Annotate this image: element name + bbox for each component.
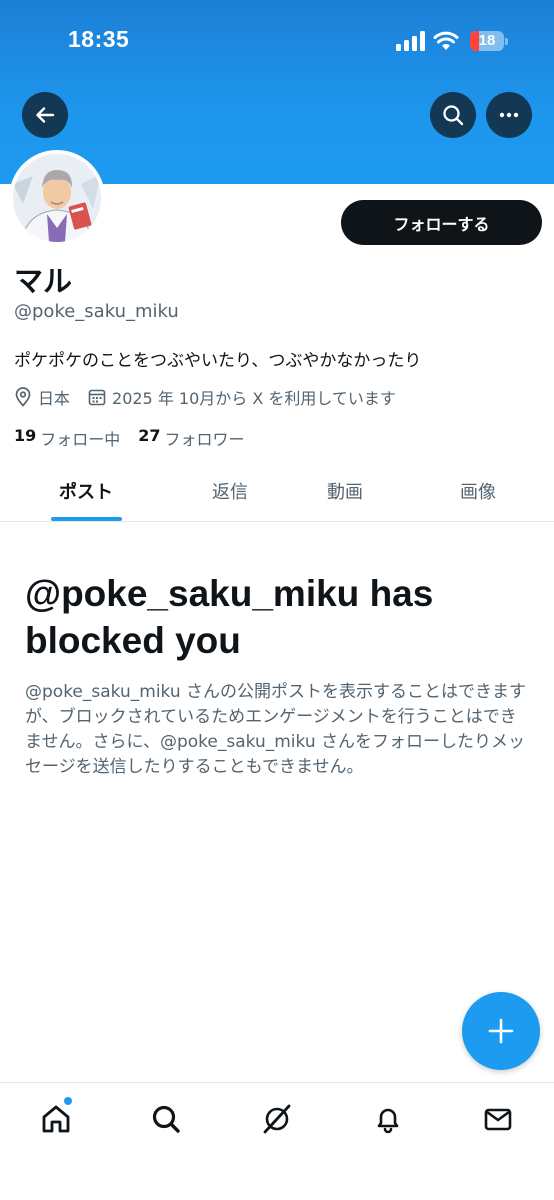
nav-grok[interactable] [255, 1099, 299, 1139]
grok-icon [263, 1104, 291, 1134]
tab-videos[interactable]: 動画 [285, 460, 405, 521]
nav-messages[interactable] [476, 1099, 520, 1139]
follow-counts: 19 フォロー中 27 フォロワー [14, 426, 263, 450]
profile-joined: 2025 年 10月から X を利用しています [88, 385, 396, 409]
battery-indicator: 18 [470, 31, 508, 51]
search-icon [152, 1105, 180, 1133]
bottom-nav [0, 1082, 554, 1200]
active-tab-indicator [51, 517, 122, 521]
battery-level: 18 [478, 32, 496, 49]
followers-count: 27 [138, 426, 161, 445]
profile-location: 日本 [14, 385, 70, 409]
calendar-icon [88, 389, 106, 406]
following-link[interactable]: 19 フォロー中 [14, 426, 120, 450]
tab-images[interactable]: 画像 [418, 460, 538, 521]
wifi-icon [433, 31, 459, 50]
location-text: 日本 [38, 389, 71, 408]
avatar[interactable] [9, 150, 105, 246]
display-name: マル [14, 264, 73, 298]
following-label: フォロー中 [40, 430, 121, 449]
nav-home[interactable] [34, 1099, 78, 1139]
bell-icon [377, 1108, 399, 1134]
blocked-title: @poke_saku_miku has blocked you [25, 573, 434, 661]
more-button[interactable] [486, 92, 532, 138]
status-bar: 18:35 18 [0, 0, 554, 80]
blocked-description: @poke_saku_miku さんの公開ポストを表示することはできますが、ブロ… [25, 682, 527, 777]
nav-search[interactable] [144, 1099, 188, 1139]
profile-meta: 日本 2025 年 10月から X を利用しています [14, 386, 414, 408]
nav-notifications[interactable] [366, 1099, 410, 1139]
avatar-image [13, 154, 101, 242]
followers-link[interactable]: 27 フォロワー [138, 426, 244, 450]
compose-button[interactable] [462, 992, 540, 1070]
follow-button[interactable]: フォローする [341, 200, 542, 245]
tab-posts[interactable]: ポスト [26, 460, 146, 521]
joined-text: 2025 年 10月から X を利用しています [112, 389, 396, 408]
home-icon [42, 1105, 70, 1133]
following-count: 19 [14, 426, 37, 445]
profile-search-button[interactable] [430, 92, 476, 138]
mail-icon [484, 1108, 512, 1131]
user-handle: @poke_saku_miku [14, 301, 179, 322]
status-time: 18:35 [68, 26, 130, 52]
plus-icon [488, 1018, 514, 1044]
location-pin-icon [15, 387, 31, 407]
followers-label: フォロワー [164, 430, 245, 449]
back-button[interactable] [22, 92, 68, 138]
more-icon [499, 112, 519, 118]
profile-tabs: ポスト 返信 動画 画像 [0, 460, 554, 522]
cellular-signal-icon [396, 31, 425, 51]
search-icon [443, 105, 464, 126]
profile-bio: ポケポケのことをつぶやいたり、つぶやかなかったり [14, 351, 422, 371]
tab-replies[interactable]: 返信 [170, 460, 290, 521]
arrow-left-icon [36, 107, 55, 123]
home-notification-dot [64, 1097, 72, 1105]
